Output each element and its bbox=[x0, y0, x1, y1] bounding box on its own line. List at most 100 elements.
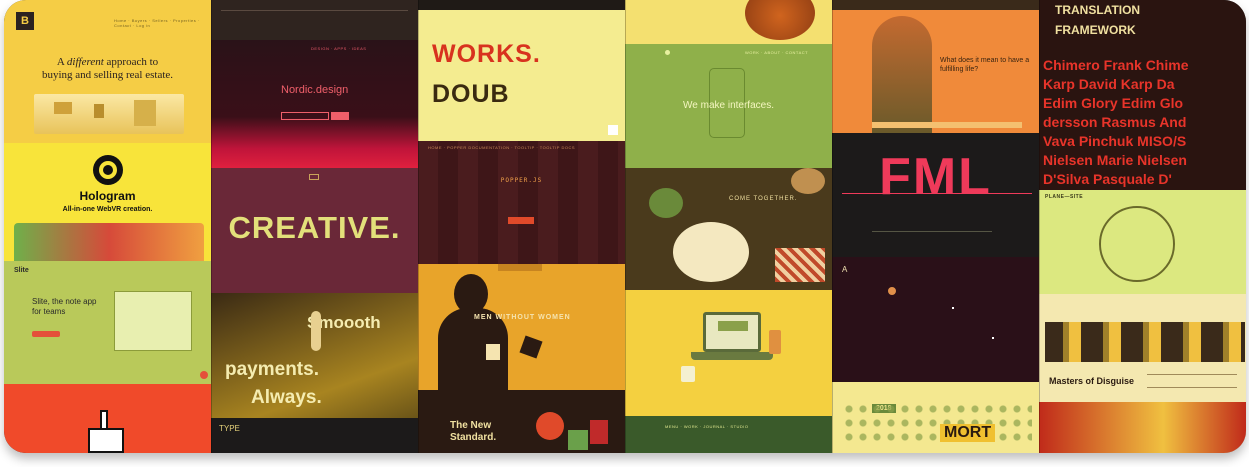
slite-logo: Slite bbox=[14, 267, 29, 274]
works-word: WORKS. bbox=[432, 40, 541, 68]
shape-red bbox=[590, 420, 608, 444]
speaker-row: Karp David Karp Da bbox=[1043, 76, 1175, 92]
cta-button[interactable] bbox=[32, 331, 60, 337]
succulent-photo bbox=[649, 188, 683, 218]
puzzle-piece bbox=[519, 335, 543, 359]
headline-post: approach to bbox=[106, 56, 159, 68]
fml-caption bbox=[872, 231, 992, 241]
speaker-row: Nielsen Marie Nielsen bbox=[1043, 152, 1187, 168]
glitch-line bbox=[842, 193, 1032, 194]
conference-site-thumbnail[interactable]: TRANSLATION FRAMEWORK Chimero Frank Chim… bbox=[1039, 0, 1246, 190]
interfaces-text: We make interfaces. bbox=[683, 100, 774, 111]
headline-emphasis: different bbox=[66, 56, 104, 68]
top-badge bbox=[498, 264, 542, 271]
speaker-row: Edim Glory Edim Glo bbox=[1043, 95, 1184, 111]
scroll-corner-button[interactable] bbox=[608, 125, 618, 135]
dog-site-thumbnail[interactable] bbox=[625, 0, 832, 44]
interfaces-site-thumbnail[interactable]: WORK · ABOUT · CONTACT We make interface… bbox=[625, 44, 832, 168]
glass bbox=[769, 330, 781, 354]
payments-word: payments. bbox=[225, 359, 319, 380]
food-site-thumbnail[interactable]: COME TOGETHER. bbox=[625, 168, 832, 290]
column-6: TRANSLATION FRAMEWORK Chimero Frank Chim… bbox=[1039, 0, 1246, 453]
doub-word: DOUB bbox=[432, 80, 510, 108]
interior-photo bbox=[34, 94, 184, 134]
slite-headline: Slite, the note app for teams bbox=[32, 297, 97, 316]
creative-word: CREATIVE. bbox=[228, 210, 401, 245]
standard-site-thumbnail[interactable]: The New Standard. bbox=[418, 390, 625, 453]
circle-pattern bbox=[842, 402, 1032, 442]
pixel-hand-icon bbox=[86, 410, 126, 453]
red-artwork bbox=[1039, 402, 1246, 453]
translation-title: TRANSLATION FRAMEWORK bbox=[1055, 0, 1140, 40]
speaker-row: Chimero Frank Chime bbox=[1043, 57, 1189, 73]
type-logo: TYPE bbox=[219, 424, 240, 433]
dot-logo bbox=[665, 50, 670, 55]
laptop-site-thumbnail[interactable] bbox=[625, 290, 832, 416]
search-field[interactable] bbox=[872, 122, 1022, 128]
article-text bbox=[1147, 374, 1237, 388]
column-4: WORK · ABOUT · CONTACT We make interface… bbox=[625, 0, 832, 453]
popper-nav: HOME · POPPER DOCUMENTATION · TOOLTIP · … bbox=[428, 145, 576, 150]
realestate-headline: A different approach to buying and selli… bbox=[4, 56, 211, 82]
type-site-thumbnail[interactable]: TYPE bbox=[211, 418, 418, 453]
works-site-thumbnail[interactable]: WORKS. DOUB bbox=[418, 0, 625, 141]
standard-line2: Standard. bbox=[450, 432, 497, 443]
3d-scene-illustration bbox=[14, 223, 204, 261]
finger-illustration bbox=[311, 311, 321, 351]
come-together-text: COME TOGETHER. bbox=[729, 196, 798, 202]
star-dot-2 bbox=[992, 337, 994, 339]
coffee-cup bbox=[791, 168, 825, 194]
scroll-indicator bbox=[200, 371, 208, 379]
interfaces-nav: WORK · ABOUT · CONTACT bbox=[745, 50, 809, 55]
hologram-eye-icon bbox=[93, 155, 123, 185]
top-nav-links: Home · Buyers · Sellers · Properties · C… bbox=[114, 18, 200, 28]
shape-green bbox=[568, 430, 588, 450]
mort-word: MORT bbox=[940, 424, 996, 442]
planesite-logo: PLANE—SITE bbox=[1045, 194, 1084, 200]
magazine-site-thumbnail[interactable]: Masters of Disguise bbox=[1039, 294, 1246, 453]
speaker-list: Chimero Frank Chime Karp David Karp Da E… bbox=[1043, 56, 1246, 189]
portrait-site-thumbnail[interactable]: What does it mean to have a fulfilling l… bbox=[832, 0, 1039, 133]
column-divider bbox=[211, 0, 212, 453]
column-1: B Home · Buyers · Sellers · Properties ·… bbox=[4, 0, 211, 453]
download-button[interactable] bbox=[508, 217, 534, 224]
app-screenshot bbox=[114, 291, 192, 351]
men-title: MEN WITHOUT WOMEN bbox=[474, 314, 571, 321]
popper-title: POPPER.JS bbox=[500, 177, 543, 184]
nordic-nav: DESIGN · APPS · IDEAS bbox=[311, 46, 367, 51]
masters-title: Masters of Disguise bbox=[1049, 376, 1135, 386]
book-site-thumbnail[interactable]: MEN WITHOUT WOMEN bbox=[418, 264, 625, 390]
green-footer-thumbnail[interactable]: MENU · WORK · JOURNAL · STUDIO bbox=[625, 416, 832, 453]
standard-line1: The New bbox=[450, 420, 492, 431]
translation-line1: TRANSLATION bbox=[1055, 3, 1141, 17]
nordic-design-thumbnail[interactable]: DESIGN · APPS · IDEAS Nordic.design bbox=[211, 40, 418, 168]
speaker-row: D'Silva Pasquale D' bbox=[1043, 171, 1172, 187]
email-input[interactable] bbox=[281, 112, 329, 120]
planet-icon bbox=[888, 287, 896, 295]
question-text: What does it mean to have a fulfilling l… bbox=[940, 57, 1030, 73]
translation-line2: FRAMEWORK bbox=[1055, 23, 1136, 37]
pixel-hand-thumbnail[interactable] bbox=[4, 384, 211, 453]
creative-site-thumbnail[interactable]: CREATIVE. bbox=[211, 168, 418, 293]
speaker-row: Vava Pinchuk MISO/S bbox=[1043, 133, 1187, 149]
popper-site-thumbnail[interactable]: HOME · POPPER DOCUMENTATION · TOOLTIP · … bbox=[418, 141, 625, 264]
nordic-title: Nordic.design bbox=[281, 84, 349, 96]
planesite-thumbnail[interactable]: PLANE—SITE bbox=[1039, 190, 1246, 294]
realestate-site-thumbnail[interactable]: B Home · Buyers · Sellers · Properties ·… bbox=[4, 0, 211, 143]
fml-site-thumbnail[interactable]: FML bbox=[832, 133, 1039, 257]
hologram-site-thumbnail[interactable]: Hologram All-in-one WebVR creation. bbox=[4, 143, 211, 261]
mort-site-thumbnail[interactable]: 2018 MORT bbox=[832, 382, 1039, 453]
laptop-base bbox=[691, 352, 773, 360]
slite-site-thumbnail[interactable]: Slite Slite, the note app for teams bbox=[4, 261, 211, 384]
signup-button[interactable] bbox=[331, 112, 349, 120]
dog-photo bbox=[745, 0, 815, 40]
column-divider bbox=[418, 0, 419, 453]
always-word: Always. bbox=[251, 387, 322, 408]
portrait-strip bbox=[1045, 322, 1245, 362]
a-letter: A bbox=[842, 265, 848, 274]
space-site-thumbnail[interactable]: A bbox=[832, 257, 1039, 382]
payments-site-thumbnail[interactable]: Smoooth payments. Always. bbox=[211, 293, 418, 418]
column-divider bbox=[625, 0, 626, 453]
mug bbox=[681, 366, 695, 382]
column-5: What does it mean to have a fulfilling l… bbox=[832, 0, 1039, 453]
